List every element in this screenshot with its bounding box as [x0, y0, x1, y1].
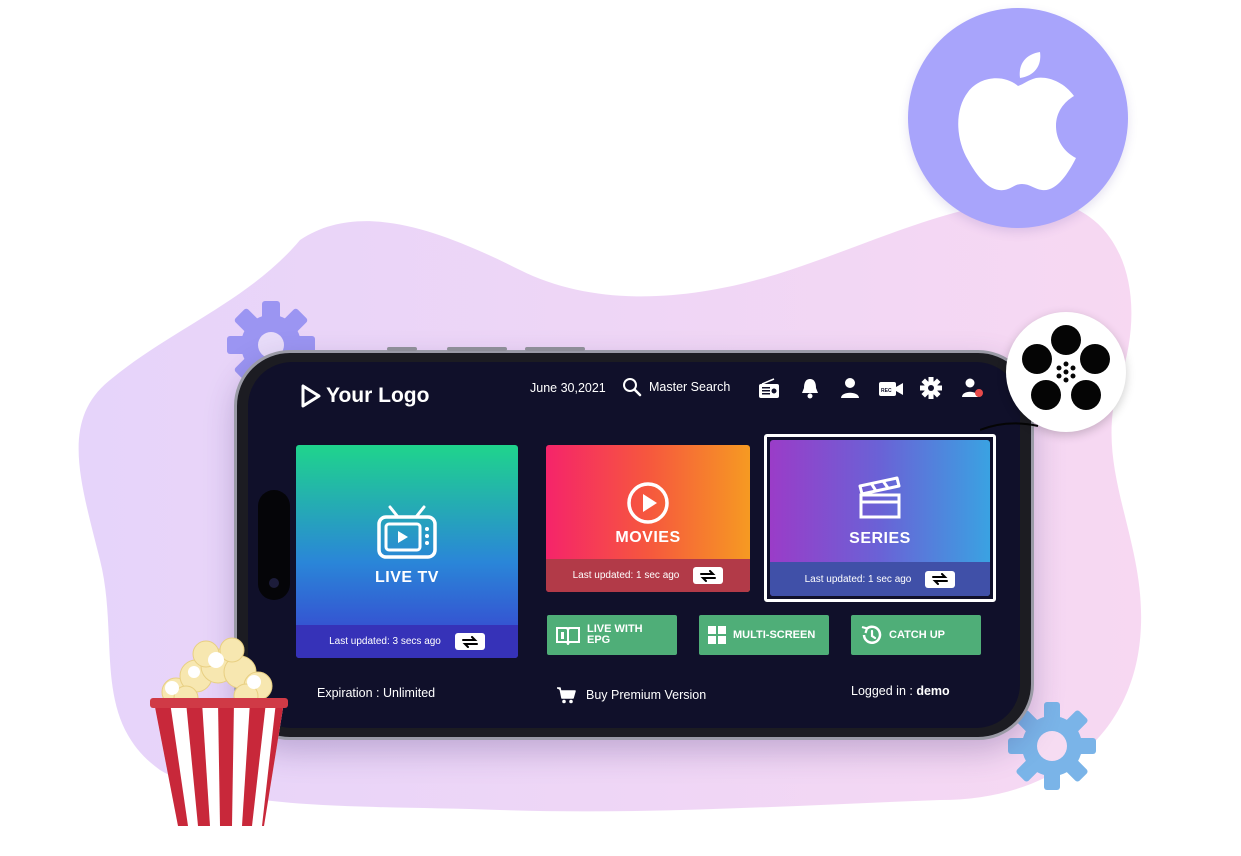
bell-icon[interactable] — [800, 377, 820, 399]
book-icon — [556, 627, 580, 645]
logo-text: Your Logo — [326, 384, 430, 407]
search-icon — [623, 378, 642, 397]
master-search-button[interactable]: Master Search — [622, 377, 730, 397]
buy-premium-label: Buy Premium Version — [586, 688, 707, 702]
series-label: SERIES — [849, 530, 911, 547]
logged-in-user: demo — [916, 684, 950, 698]
catch-up-label: CATCH UP — [889, 629, 946, 641]
user-icon[interactable] — [840, 377, 860, 399]
header-date: June 30,2021 — [530, 381, 606, 395]
live-with-epg-button[interactable]: LIVE WITH EPG — [547, 615, 677, 655]
apple-badge — [908, 8, 1128, 228]
popcorn-icon — [150, 637, 288, 826]
multi-screen-label: MULTI-SCREEN — [733, 629, 816, 641]
buy-premium-button[interactable]: Buy Premium Version — [556, 686, 706, 704]
radio-icon[interactable] — [758, 378, 780, 400]
series-refresh-button[interactable] — [925, 570, 956, 588]
live-tv-footer: Last updated: 3 secs ago — [296, 625, 518, 658]
refresh-icon — [700, 569, 717, 582]
expiration-text: Expiration : Unlimited — [317, 686, 436, 700]
logged-in-text: Logged in : demo — [851, 684, 950, 698]
live-tv-label: LIVE TV — [375, 569, 439, 586]
reel-cable — [980, 422, 1039, 431]
cart-icon — [557, 687, 576, 704]
live-tv-updated: Last updated: 3 secs ago — [329, 636, 441, 647]
movies-label: MOVIES — [615, 529, 681, 546]
series-footer: Last updated: 1 sec ago — [770, 562, 990, 596]
live-tv-tile[interactable]: LIVE TV Last updated: 3 secs ago — [296, 445, 518, 658]
app-logo[interactable]: Your Logo — [300, 384, 429, 408]
grid-icon — [708, 626, 726, 644]
svg-text:REC: REC — [881, 388, 892, 394]
clapperboard-icon — [858, 476, 901, 519]
history-icon — [861, 625, 882, 644]
camera-dot — [269, 578, 279, 588]
film-reel-icon — [1022, 325, 1110, 410]
play-circle-icon — [627, 482, 669, 524]
tv-icon — [377, 505, 437, 559]
record-icon[interactable]: REC — [878, 380, 904, 398]
movies-footer: Last updated: 1 sec ago — [546, 559, 750, 592]
series-updated: Last updated: 1 sec ago — [804, 573, 912, 585]
search-label: Master Search — [649, 380, 731, 394]
multi-screen-button[interactable]: MULTI-SCREEN — [699, 615, 829, 655]
refresh-icon — [932, 573, 949, 585]
live-epg-line2: EPG — [587, 634, 611, 646]
film-reel-badge — [1006, 312, 1126, 432]
movies-tile[interactable]: MOVIES Last updated: 1 sec ago — [546, 445, 750, 592]
switch-user-icon[interactable] — [960, 377, 984, 399]
play-logo-icon — [301, 384, 321, 408]
movies-refresh-button[interactable] — [693, 567, 724, 584]
movies-updated: Last updated: 1 sec ago — [572, 570, 680, 581]
refresh-icon — [461, 635, 478, 648]
series-tile[interactable]: SERIES Last updated: 1 sec ago — [770, 440, 990, 596]
logged-in-prefix: Logged in : — [851, 684, 917, 698]
live-tv-refresh-button[interactable] — [454, 633, 485, 650]
gear-icon[interactable] — [920, 377, 942, 399]
apple-icon — [958, 52, 1076, 191]
catch-up-button[interactable]: CATCH UP — [851, 615, 981, 655]
